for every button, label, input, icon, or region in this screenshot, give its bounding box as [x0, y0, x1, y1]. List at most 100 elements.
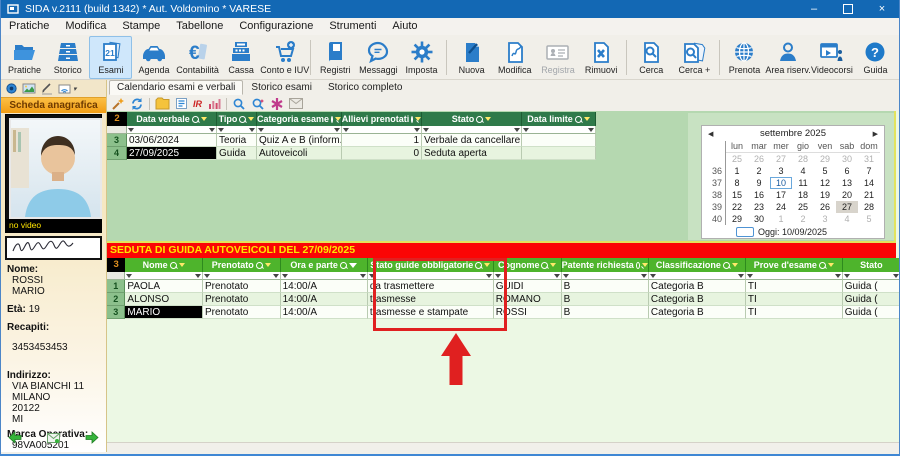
- calendar-day[interactable]: 15: [726, 189, 748, 201]
- toolbar-button-contabilita[interactable]: € Contabilità: [176, 36, 220, 79]
- cell-stato[interactable]: Guida (: [843, 306, 900, 319]
- cell-ora-e-parte[interactable]: 14:00/A: [281, 293, 368, 306]
- column-header-data-verbale[interactable]: Data verbale: [127, 112, 217, 126]
- calendar-day[interactable]: 29: [726, 213, 748, 225]
- cell-stato[interactable]: Guida (: [843, 293, 900, 306]
- cell-prenotato[interactable]: Prenotato: [203, 306, 281, 319]
- previous-record-button[interactable]: [8, 431, 22, 449]
- calendar-day[interactable]: 16: [748, 189, 770, 201]
- toolbar-button-storico[interactable]: Storico: [46, 36, 89, 79]
- menu-item-tabellone[interactable]: Tabellone: [168, 18, 231, 35]
- filter-cell[interactable]: [649, 272, 746, 280]
- toolbar-button-videocorsi[interactable]: Videocorsi: [810, 36, 854, 79]
- filter-cell[interactable]: [494, 272, 562, 280]
- calendar-day[interactable]: 5: [814, 165, 836, 177]
- cell-prenotato[interactable]: Prenotato: [203, 293, 281, 306]
- cell-patente[interactable]: B: [562, 306, 649, 319]
- calendar-day[interactable]: 12: [814, 177, 836, 189]
- list-icon[interactable]: [175, 97, 188, 111]
- column-header-patente-richiesta[interactable]: Patente richiesta: [562, 258, 649, 272]
- cell-cognome[interactable]: ROSSI: [494, 306, 562, 319]
- cell-data-limite[interactable]: [522, 134, 596, 147]
- cell-nome-selected[interactable]: MARIO: [125, 306, 203, 319]
- column-header-allievi-prenotati[interactable]: Allievi prenotati: [342, 112, 422, 126]
- calendar-day[interactable]: 13: [836, 177, 858, 189]
- cell-prove-esame[interactable]: TI: [746, 306, 843, 319]
- calendar-day[interactable]: 1: [770, 213, 792, 225]
- toolbar-button-guida[interactable]: ? Guida: [854, 36, 897, 79]
- session-table-row[interactable]: 1 PAOLA Prenotato 14:00/A da trasmettere…: [107, 280, 900, 293]
- magic-wand-icon[interactable]: [111, 97, 125, 111]
- calendar-day[interactable]: 11: [792, 177, 814, 189]
- calendar-day[interactable]: 23: [748, 201, 770, 213]
- close-button[interactable]: ×: [865, 0, 899, 18]
- cell-ora-e-parte[interactable]: 14:00/A: [281, 306, 368, 319]
- tab-storico-esami[interactable]: Storico esami: [243, 80, 320, 95]
- filter-cell[interactable]: [422, 126, 522, 134]
- calendar-day[interactable]: 26: [814, 201, 836, 213]
- filter-cell[interactable]: [217, 126, 257, 134]
- open-folder-icon[interactable]: [155, 97, 170, 111]
- today-indicator-box[interactable]: [736, 227, 754, 237]
- calendar-day[interactable]: 31: [858, 153, 880, 165]
- column-header-data-limite[interactable]: Data limite: [522, 112, 596, 126]
- calendar-next-button[interactable]: ▶: [873, 130, 878, 138]
- filter-cell[interactable]: [203, 272, 281, 280]
- toolbar-button-nuova[interactable]: Nuova: [450, 36, 493, 79]
- cell-classificazione[interactable]: Categoria B: [649, 293, 746, 306]
- calendar-day[interactable]: 8: [726, 177, 748, 189]
- column-header-cognome[interactable]: Cognome: [494, 258, 562, 272]
- session-table-row[interactable]: 2 ALONSO Prenotato 14:00/A trasmesse ROM…: [107, 293, 900, 306]
- ir-button[interactable]: IR: [193, 97, 202, 111]
- cell-data-verbale[interactable]: 03/06/2024: [127, 134, 217, 147]
- asterisk-icon[interactable]: [270, 97, 284, 111]
- column-header-stato[interactable]: Stato: [843, 258, 900, 272]
- cell-stato-guide[interactable]: trasmesse e stampate: [368, 306, 494, 319]
- cell-prove-esame[interactable]: TI: [746, 293, 843, 306]
- next-record-button[interactable]: [85, 431, 99, 449]
- cell-categoria[interactable]: Autoveicoli: [257, 147, 342, 160]
- toolbar-button-agenda[interactable]: Agenda: [132, 36, 175, 79]
- menu-item-pratiche[interactable]: Pratiche: [1, 18, 57, 35]
- toolbar-button-prenota[interactable]: Prenota: [723, 36, 766, 79]
- calendar-day[interactable]: 26: [748, 153, 770, 165]
- calendar-day[interactable]: 10: [770, 177, 792, 189]
- calendar-day[interactable]: 3: [770, 165, 792, 177]
- column-header-prove-esame[interactable]: Prove d'esame: [746, 258, 843, 272]
- exams-table-row[interactable]: 4 27/09/2025 Guida Autoveicoli 0 Seduta …: [107, 147, 596, 160]
- calendar-day[interactable]: 2: [792, 213, 814, 225]
- chart-icon[interactable]: [207, 97, 221, 111]
- cell-stato-guide[interactable]: trasmesse: [368, 293, 494, 306]
- column-header-ora-e-parte[interactable]: Ora e parte: [281, 258, 368, 272]
- calendar-day[interactable]: 28: [792, 153, 814, 165]
- calendar-day[interactable]: 30: [748, 213, 770, 225]
- cell-classificazione[interactable]: Categoria B: [649, 306, 746, 319]
- cell-cognome[interactable]: ROMANO: [494, 293, 562, 306]
- signature-pen-icon[interactable]: [40, 82, 54, 95]
- cell-categoria[interactable]: Quiz A e B (inform.): [257, 134, 342, 147]
- menu-item-configurazione[interactable]: Configurazione: [231, 18, 321, 35]
- calendar-day[interactable]: 4: [836, 213, 858, 225]
- column-header-nome[interactable]: Nome: [125, 258, 203, 272]
- filter-cell[interactable]: [368, 272, 494, 280]
- calendar-day[interactable]: 22: [726, 201, 748, 213]
- filter-cell[interactable]: [562, 272, 649, 280]
- cell-prenotato[interactable]: Prenotato: [203, 280, 281, 293]
- filter-cell[interactable]: [281, 272, 368, 280]
- cell-data-verbale-selected[interactable]: 27/09/2025: [127, 147, 217, 160]
- calendar-day[interactable]: 25: [792, 201, 814, 213]
- calendar-day[interactable]: 30: [836, 153, 858, 165]
- cell-patente[interactable]: B: [562, 293, 649, 306]
- calendar-day[interactable]: 7: [858, 165, 880, 177]
- cell-nome[interactable]: ALONSO: [125, 293, 203, 306]
- cell-stato-guide[interactable]: da trasmettere: [368, 280, 494, 293]
- cell-tipo[interactable]: Teoria: [217, 134, 257, 147]
- toolbar-button-conto-iuv[interactable]: Conto e IUV: [263, 36, 307, 79]
- cell-data-limite[interactable]: [522, 147, 596, 160]
- camera-icon[interactable]: [5, 82, 18, 95]
- menu-item-stampe[interactable]: Stampe: [114, 18, 168, 35]
- filter-cell[interactable]: [342, 126, 422, 134]
- calendar-day[interactable]: 14: [858, 177, 880, 189]
- calendar-day[interactable]: 28: [858, 201, 880, 213]
- cell-allievi[interactable]: 0: [342, 147, 422, 160]
